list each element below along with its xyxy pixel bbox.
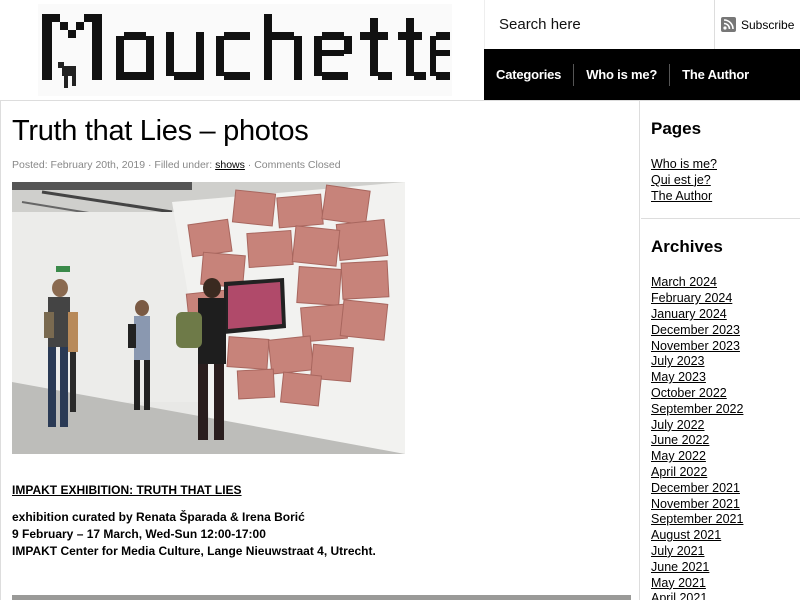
archive-link[interactable]: September 2021 bbox=[651, 512, 790, 528]
archive-link[interactable]: August 2021 bbox=[651, 528, 790, 544]
main-nav: Categories Who is me? The Author bbox=[484, 49, 800, 100]
pages-title: Pages bbox=[651, 119, 702, 138]
curators-line: exhibition curated by Renata Šparada & I… bbox=[12, 510, 305, 524]
archive-link[interactable]: July 2022 bbox=[651, 418, 790, 434]
main-content: Truth that Lies – photos Posted: Februar… bbox=[0, 101, 640, 600]
exhibition-photo-illustration bbox=[12, 182, 405, 454]
archive-link[interactable]: May 2023 bbox=[651, 370, 790, 386]
nav-item-categories[interactable]: Categories bbox=[484, 64, 573, 86]
exhibition-link[interactable]: IMPAKT EXHIBITION: TRUTH THAT LIES bbox=[12, 482, 612, 499]
archive-link[interactable]: May 2021 bbox=[651, 576, 790, 592]
archive-link[interactable]: February 2024 bbox=[651, 291, 790, 307]
exhibition-photo[interactable] bbox=[12, 182, 405, 454]
archive-link[interactable]: May 2022 bbox=[651, 449, 790, 465]
archive-link[interactable]: December 2021 bbox=[651, 481, 790, 497]
pages-widget: Pages Who is me? Qui est je? The Author bbox=[641, 101, 800, 220]
archive-link[interactable]: November 2021 bbox=[651, 497, 790, 513]
site-header: Subscribe Categories Who is me? The Auth… bbox=[0, 0, 800, 101]
search-area bbox=[484, 0, 715, 49]
archive-link[interactable]: July 2023 bbox=[651, 354, 790, 370]
post-body: IMPAKT EXHIBITION: TRUTH THAT LIES exhib… bbox=[12, 482, 612, 560]
archive-link[interactable]: November 2023 bbox=[651, 339, 790, 355]
category-link[interactable]: shows bbox=[215, 159, 245, 171]
sidebar: Pages Who is me? Qui est je? The Author … bbox=[641, 101, 800, 600]
next-photo-partial[interactable] bbox=[12, 595, 631, 600]
archive-link[interactable]: April 2021 bbox=[651, 591, 790, 600]
archives-widget: Archives March 2024 February 2024 Januar… bbox=[641, 219, 800, 600]
comments-status: · Comments Closed bbox=[244, 159, 341, 171]
nav-item-who-is-me[interactable]: Who is me? bbox=[573, 63, 669, 86]
archive-link[interactable]: September 2022 bbox=[651, 402, 790, 418]
subscribe-button[interactable]: Subscribe bbox=[714, 0, 800, 49]
page-link-who-is-me[interactable]: Who is me? bbox=[651, 157, 790, 173]
archive-link[interactable]: April 2022 bbox=[651, 465, 790, 481]
archive-link[interactable]: October 2022 bbox=[651, 386, 790, 402]
post-title[interactable]: Truth that Lies – photos bbox=[12, 115, 309, 148]
archives-title: Archives bbox=[651, 237, 723, 257]
post-meta: Posted: February 20th, 2019 · Filled und… bbox=[12, 159, 341, 171]
archive-link[interactable]: June 2021 bbox=[651, 560, 790, 576]
page-link-qui-est-je[interactable]: Qui est je? bbox=[651, 173, 790, 189]
search-input[interactable] bbox=[485, 0, 715, 49]
venue-line: IMPAKT Center for Media Culture, Lange N… bbox=[12, 544, 376, 558]
nav-item-the-author[interactable]: The Author bbox=[669, 63, 761, 86]
site-logo[interactable] bbox=[38, 4, 452, 96]
page-link-the-author[interactable]: The Author bbox=[651, 189, 790, 205]
post-date: Posted: February 20th, 2019 · Filled und… bbox=[12, 159, 216, 171]
archive-link[interactable]: July 2021 bbox=[651, 544, 790, 560]
archive-link[interactable]: March 2024 bbox=[651, 275, 790, 291]
subscribe-label: Subscribe bbox=[741, 17, 795, 32]
logo-pixel-lettering bbox=[42, 14, 450, 88]
rss-icon bbox=[721, 17, 736, 32]
dates-line: 9 February – 17 March, Wed-Sun 12:00-17:… bbox=[12, 527, 266, 541]
archive-link[interactable]: December 2023 bbox=[651, 323, 790, 339]
archive-link[interactable]: January 2024 bbox=[651, 307, 790, 323]
archive-link[interactable]: June 2022 bbox=[651, 433, 790, 449]
